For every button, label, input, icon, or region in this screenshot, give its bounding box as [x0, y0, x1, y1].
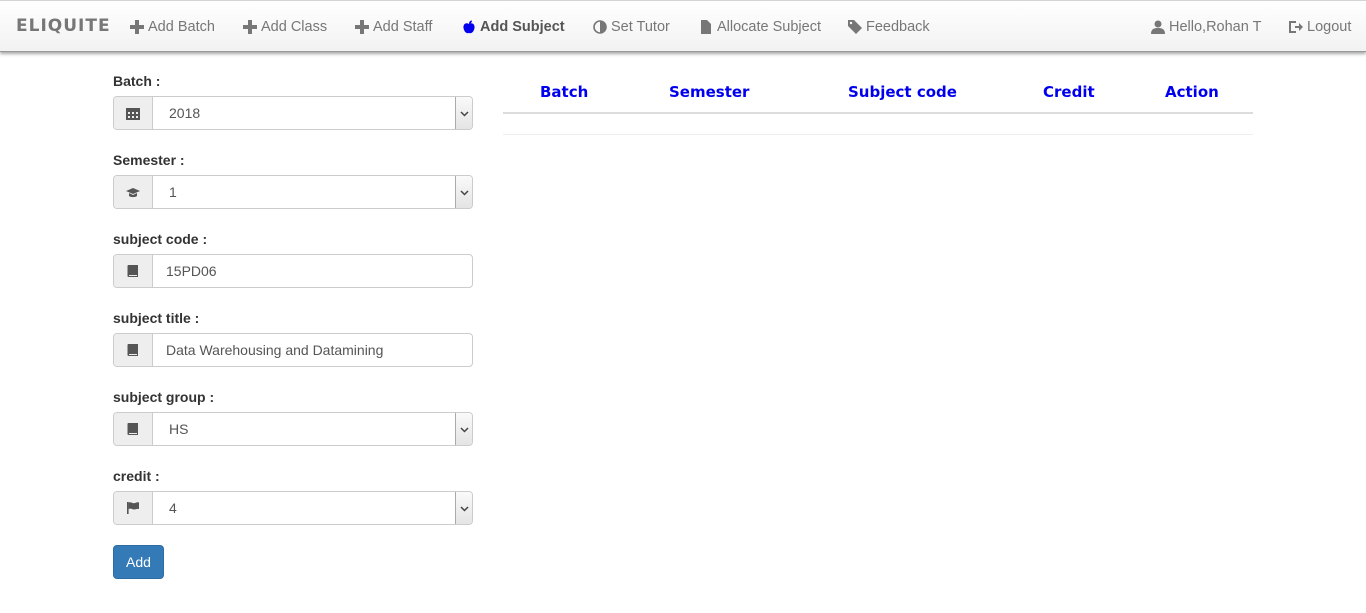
plus-icon — [355, 20, 369, 34]
subject-title-input[interactable]: Data Warehousing and Datamining — [153, 334, 472, 366]
subject-group-dropdown-button[interactable] — [455, 413, 472, 445]
logout-icon — [1289, 21, 1303, 33]
nav-add-staff[interactable]: Add Staff — [355, 17, 432, 37]
nav-logout[interactable]: Logout — [1289, 17, 1351, 37]
nav-add-subject[interactable]: Add Subject — [462, 17, 565, 37]
credit-select[interactable]: 4 — [113, 491, 473, 525]
chevron-down-icon — [459, 110, 469, 117]
file-icon — [701, 20, 711, 34]
subject-code-label: subject code : — [113, 231, 208, 247]
nav-logout-label: Logout — [1307, 19, 1352, 35]
nav-feedback-label: Feedback — [866, 19, 930, 35]
nav-set-tutor[interactable]: Set Tutor — [593, 17, 670, 37]
credit-value-text: 4 — [169, 500, 177, 516]
book-icon — [127, 423, 138, 435]
batch-dropdown-button[interactable] — [455, 97, 472, 129]
subjects-table-header: Batch Semester Subject code Credit Actio… — [503, 70, 1253, 114]
batch-value[interactable]: 2018 — [153, 97, 472, 129]
chevron-down-icon — [459, 189, 469, 196]
nav-feedback[interactable]: Feedback — [848, 17, 930, 37]
top-navbar: ELIQUITE Add Batch Add Class Add Staff A… — [0, 0, 1366, 52]
subject-group-label: subject group : — [113, 389, 215, 405]
nav-allocate-subject[interactable]: Allocate Subject — [699, 17, 821, 37]
table-empty-row-divider — [503, 134, 1253, 135]
subject-code-addon — [114, 255, 153, 287]
semester-value[interactable]: 1 — [153, 176, 472, 208]
subject-title-label: subject title : — [113, 310, 200, 326]
nav-add-class[interactable]: Add Class — [243, 17, 327, 37]
credit-label: credit : — [113, 468, 160, 484]
subject-code-field[interactable]: 15PD06 — [113, 254, 473, 288]
nav-add-subject-label: Add Subject — [480, 19, 565, 35]
book-icon — [127, 265, 138, 277]
batch-select[interactable]: 2018 — [113, 96, 473, 130]
flag-icon — [127, 502, 139, 514]
add-subject-button[interactable]: Add — [113, 545, 164, 579]
brand-logo[interactable]: ELIQUITE — [16, 16, 111, 36]
batch-label: Batch : — [113, 73, 161, 89]
nav-add-class-label: Add Class — [261, 19, 328, 35]
column-header-credit[interactable]: Credit — [1043, 83, 1095, 101]
subject-code-input[interactable]: 15PD06 — [153, 255, 472, 287]
column-header-semester[interactable]: Semester — [669, 83, 749, 101]
plus-icon — [243, 20, 257, 34]
graduation-cap-icon — [126, 188, 140, 198]
batch-addon — [114, 97, 153, 129]
column-header-action[interactable]: Action — [1165, 83, 1219, 101]
user-icon — [1151, 20, 1165, 34]
subject-title-field[interactable]: Data Warehousing and Datamining — [113, 333, 473, 367]
adjust-icon — [593, 20, 607, 34]
calendar-icon — [126, 108, 140, 120]
subject-group-value[interactable]: HS — [153, 413, 472, 445]
semester-addon — [114, 176, 153, 208]
batch-value-text: 2018 — [169, 105, 201, 121]
subject-title-addon — [114, 334, 153, 366]
nav-add-batch-label: Add Batch — [148, 19, 215, 35]
semester-dropdown-button[interactable] — [455, 176, 472, 208]
chevron-down-icon — [459, 505, 469, 512]
subject-title-value: Data Warehousing and Datamining — [166, 342, 384, 358]
credit-dropdown-button[interactable] — [455, 492, 472, 524]
nav-add-staff-label: Add Staff — [373, 19, 433, 35]
semester-select[interactable]: 1 — [113, 175, 473, 209]
subject-group-value-text: HS — [169, 421, 189, 437]
semester-value-text: 1 — [169, 184, 177, 200]
nav-user[interactable]: Hello,Rohan T — [1151, 17, 1261, 37]
nav-set-tutor-label: Set Tutor — [611, 19, 670, 35]
subject-code-value: 15PD06 — [166, 263, 217, 279]
book-icon — [127, 344, 138, 356]
column-header-subject-code[interactable]: Subject code — [848, 83, 957, 101]
column-header-batch[interactable]: Batch — [540, 83, 588, 101]
nav-user-label: Hello,Rohan T — [1169, 19, 1262, 35]
credit-value[interactable]: 4 — [153, 492, 472, 524]
credit-addon — [114, 492, 153, 524]
chevron-down-icon — [459, 426, 469, 433]
nav-allocate-subject-label: Allocate Subject — [717, 19, 821, 35]
nav-add-batch[interactable]: Add Batch — [130, 17, 215, 37]
semester-label: Semester : — [113, 152, 185, 168]
plus-icon — [130, 20, 144, 34]
apple-icon — [463, 20, 475, 34]
subject-group-addon — [114, 413, 153, 445]
tag-icon — [848, 20, 862, 34]
subject-group-select[interactable]: HS — [113, 412, 473, 446]
